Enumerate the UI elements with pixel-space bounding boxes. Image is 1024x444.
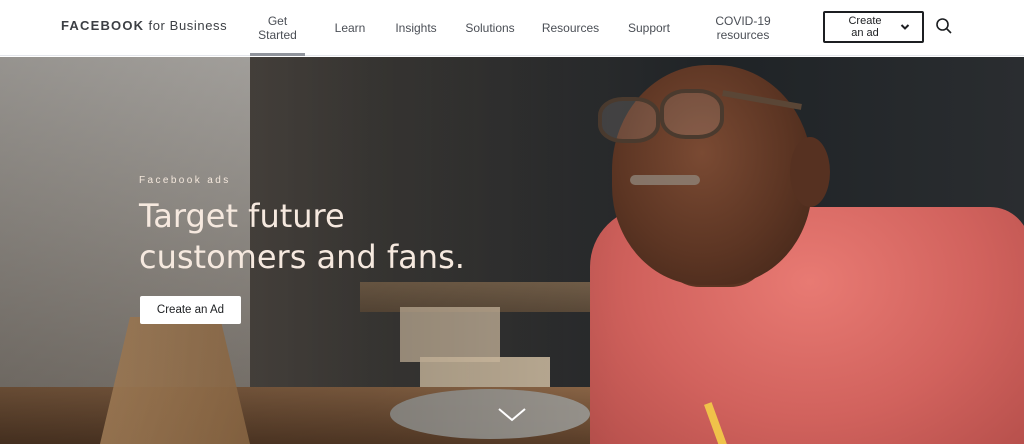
create-an-ad-label: Create an ad xyxy=(848,15,882,39)
hero-headline: Target future customers and fans. xyxy=(139,197,465,276)
nav-label: COVID-19 resources xyxy=(715,14,771,42)
nav-learn[interactable]: Learn xyxy=(326,0,374,56)
hero-person-ear xyxy=(790,137,830,207)
chevron-down-icon[interactable] xyxy=(497,407,527,423)
nav-label: Support xyxy=(627,21,671,35)
nav-solutions[interactable]: Solutions xyxy=(461,0,519,56)
create-an-ad-button[interactable]: Create an Ad xyxy=(140,296,241,324)
hero-glasses-right-lens xyxy=(660,89,724,139)
logo-suffix: for Business xyxy=(148,18,228,33)
facebook-for-business-logo[interactable]: FACEBOOK for Business xyxy=(61,18,227,33)
nav-label: Solutions xyxy=(465,21,515,35)
hero-eyebrow: Facebook ads xyxy=(139,175,231,186)
create-an-ad-dropdown-button[interactable]: Create an ad xyxy=(823,11,924,43)
cta-label: Create an Ad xyxy=(156,304,225,316)
nav-label: Insights xyxy=(395,21,437,35)
nav-get-started[interactable]: Get Started xyxy=(250,0,305,56)
search-icon[interactable] xyxy=(935,17,953,35)
nav-label: Learn xyxy=(334,21,366,35)
nav-insights[interactable]: Insights xyxy=(389,0,443,56)
nav-label: Get Started xyxy=(258,14,297,42)
nav-label: Resources xyxy=(541,21,600,35)
hero-banner: Facebook ads Target future customers and… xyxy=(0,57,1024,444)
nav-resources[interactable]: Resources xyxy=(539,0,602,56)
top-navigation: FACEBOOK for Business Get Started Learn … xyxy=(0,0,1024,56)
hero-person-mustache xyxy=(630,175,700,185)
chevron-down-icon xyxy=(900,24,910,30)
nav-covid-resources[interactable]: COVID-19 resources xyxy=(710,0,776,56)
nav-support[interactable]: Support xyxy=(622,0,676,56)
logo-wordmark: FACEBOOK xyxy=(61,18,145,33)
